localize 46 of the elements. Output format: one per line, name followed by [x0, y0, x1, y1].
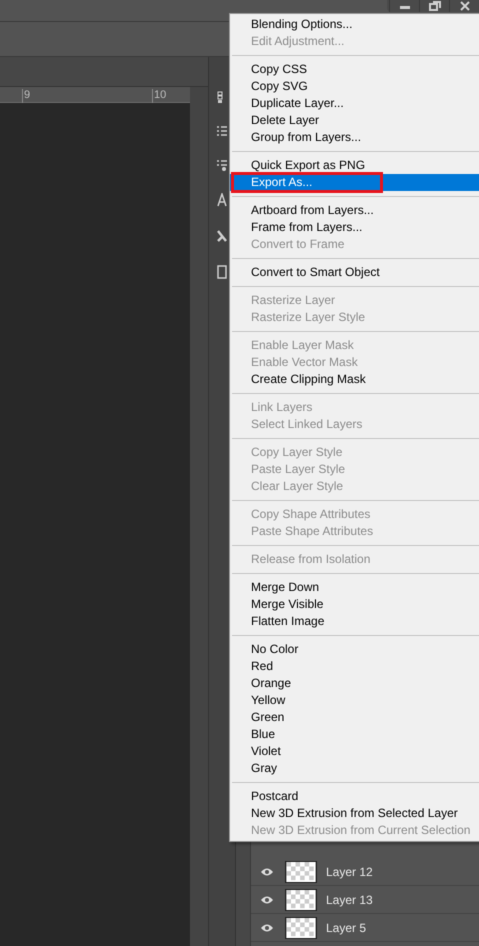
menu-item[interactable]: Quick Export as PNG: [230, 157, 479, 174]
menu-item[interactable]: Violet: [230, 743, 479, 760]
menu-item[interactable]: Duplicate Layer...: [230, 95, 479, 112]
restore-icon[interactable]: [428, 0, 440, 12]
menu-item[interactable]: Postcard: [230, 788, 479, 805]
close-icon[interactable]: [458, 0, 470, 12]
menu-item[interactable]: Frame from Layers...: [230, 219, 479, 236]
document-icon[interactable]: [217, 265, 227, 279]
eye-icon[interactable]: [260, 894, 274, 904]
type-icon[interactable]: [217, 193, 227, 207]
menu-item[interactable]: Export As...: [230, 174, 479, 191]
menu-item[interactable]: No Color: [230, 641, 479, 658]
layer-name: Layer 13: [326, 892, 373, 908]
menu-item[interactable]: Copy CSS: [230, 61, 479, 78]
layer-thumbnail: [285, 860, 317, 882]
eye-icon[interactable]: [260, 866, 274, 876]
menu-item[interactable]: Gray: [230, 760, 479, 777]
menu-item[interactable]: Blending Options...: [230, 16, 479, 33]
menu-item[interactable]: Convert to Smart Object: [230, 264, 479, 281]
wrench-icon[interactable]: [216, 229, 228, 243]
menu-item[interactable]: Blue: [230, 726, 479, 743]
menu-item[interactable]: Green: [230, 709, 479, 726]
menu-item[interactable]: Copy SVG: [230, 78, 479, 95]
layer-name: Layer 12: [326, 864, 373, 880]
layer-row[interactable]: Layer 12: [251, 858, 479, 886]
menu-item[interactable]: Merge Down: [230, 579, 479, 596]
menu-item[interactable]: Flatten Image: [230, 613, 479, 630]
menu-item[interactable]: Artboard from Layers...: [230, 202, 479, 219]
ruler-label: 9: [24, 88, 30, 103]
layer-thumbnail: [285, 916, 317, 938]
eye-icon[interactable]: [260, 922, 274, 932]
layer-thumbnail: [285, 888, 317, 910]
layer-name: Layer 5: [326, 920, 366, 936]
menu-item[interactable]: New 3D Extrusion from Selected Layer: [230, 805, 479, 822]
menu-item[interactable]: Orange: [230, 675, 479, 692]
menu-item[interactable]: Delete Layer: [230, 112, 479, 129]
ruler-label: 10: [154, 88, 166, 103]
menu-item[interactable]: Merge Visible: [230, 596, 479, 613]
menu-item[interactable]: Create Clipping Mask: [230, 371, 479, 388]
list-icon[interactable]: [216, 159, 228, 171]
menu-item[interactable]: Red: [230, 658, 479, 675]
menu-item[interactable]: Yellow: [230, 692, 479, 709]
list-icon[interactable]: [216, 125, 228, 137]
layer-row[interactable]: Layer 5: [251, 914, 479, 942]
menu-item[interactable]: Group from Layers...: [230, 129, 479, 146]
layer-row[interactable]: Layer 13: [251, 886, 479, 914]
